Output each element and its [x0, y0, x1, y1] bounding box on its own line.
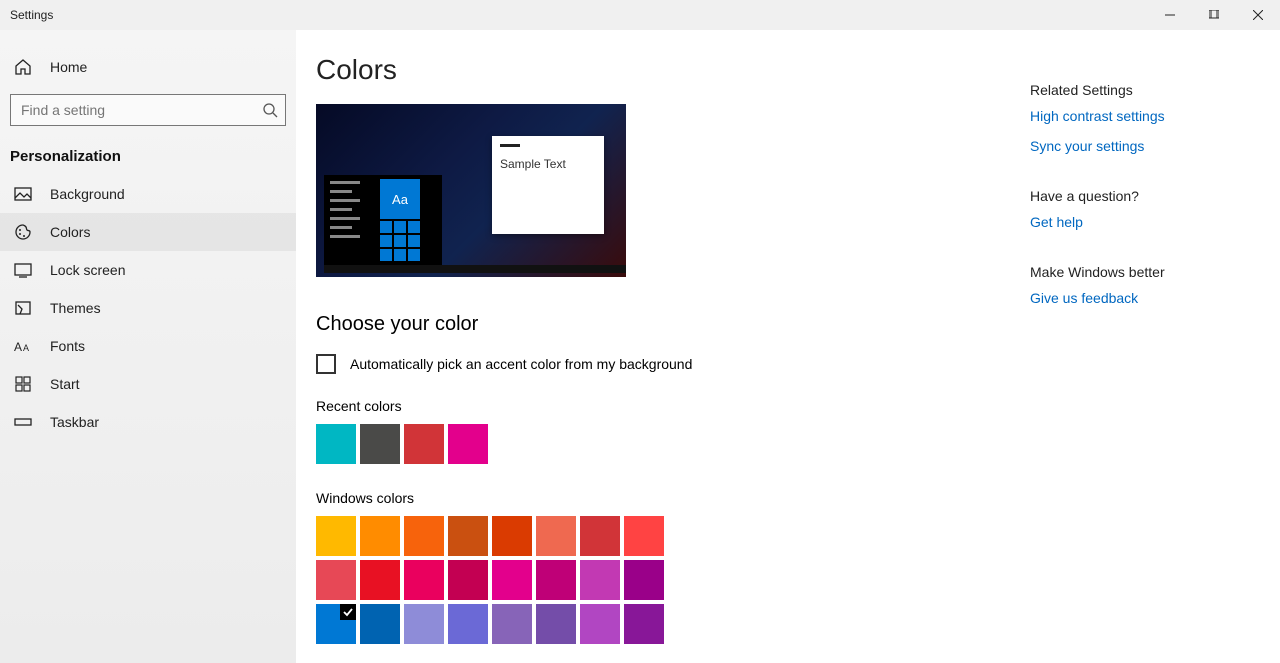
windows-color-swatch[interactable] [624, 560, 664, 600]
lockscreen-icon [14, 261, 32, 279]
nav-item-lockscreen[interactable]: Lock screen [0, 251, 296, 289]
nav-item-themes[interactable]: Themes [0, 289, 296, 327]
nav-item-label: Lock screen [50, 262, 125, 278]
nav-item-fonts[interactable]: AA Fonts [0, 327, 296, 365]
windows-color-swatch[interactable] [448, 560, 488, 600]
question-heading: Have a question? [1030, 188, 1260, 204]
windows-color-swatch[interactable] [536, 516, 576, 556]
minimize-button[interactable] [1148, 0, 1192, 30]
windows-color-swatch[interactable] [536, 604, 576, 644]
windows-color-swatch[interactable] [448, 604, 488, 644]
nav-item-label: Colors [50, 224, 90, 240]
search-icon [262, 102, 278, 118]
choose-color-heading: Choose your color [316, 313, 1006, 336]
feedback-heading: Make Windows better [1030, 264, 1260, 280]
windows-color-swatch[interactable] [316, 604, 356, 644]
sidebar: Home Personalization Background Colors Loc… [0, 30, 296, 663]
recent-color-swatch[interactable] [360, 424, 400, 464]
get-help-link[interactable]: Get help [1030, 214, 1260, 230]
give-feedback-link[interactable]: Give us feedback [1030, 290, 1260, 306]
auto-pick-label: Automatically pick an accent color from … [350, 356, 692, 372]
search-input[interactable] [10, 94, 286, 126]
nav-item-start[interactable]: Start [0, 365, 296, 403]
nav-item-taskbar[interactable]: Taskbar [0, 403, 296, 441]
preview-window: Sample Text [492, 136, 604, 234]
windows-color-swatch[interactable] [360, 560, 400, 600]
windows-color-swatch[interactable] [492, 604, 532, 644]
taskbar-icon [14, 413, 32, 431]
preview-start-menu: Aa [324, 175, 442, 273]
page-title: Colors [316, 54, 1006, 86]
windows-color-swatch[interactable] [624, 604, 664, 644]
windows-color-swatch[interactable] [360, 516, 400, 556]
windows-color-swatch[interactable] [624, 516, 664, 556]
related-settings-heading: Related Settings [1030, 82, 1260, 98]
titlebar: Settings [0, 0, 1280, 30]
color-preview: Aa Sample Text [316, 104, 626, 277]
close-button[interactable] [1236, 0, 1280, 30]
themes-icon [14, 299, 32, 317]
recent-colors-label: Recent colors [316, 398, 1006, 414]
recent-color-swatch[interactable] [448, 424, 488, 464]
windows-color-swatch[interactable] [580, 516, 620, 556]
windows-color-swatch[interactable] [360, 604, 400, 644]
start-icon [14, 375, 32, 393]
windows-color-swatch[interactable] [580, 604, 620, 644]
nav-item-background[interactable]: Background [0, 175, 296, 213]
section-heading: Personalization [0, 140, 296, 175]
windows-color-swatch[interactable] [404, 604, 444, 644]
nav-item-label: Taskbar [50, 414, 99, 430]
windows-colors-grid [316, 516, 1006, 644]
background-icon [14, 185, 32, 203]
preview-sample-text: Sample Text [500, 157, 596, 171]
nav-item-label: Fonts [50, 338, 85, 354]
nav-home[interactable]: Home [0, 48, 296, 86]
windows-color-swatch[interactable] [404, 560, 444, 600]
preview-tile: Aa [380, 179, 420, 219]
selected-check-icon [340, 604, 356, 620]
aside-panel: Related Settings High contrast settings S… [1006, 54, 1280, 663]
svg-text:A: A [14, 340, 22, 354]
main-content: Colors Aa Sample Text Choose your color … [316, 54, 1006, 663]
windows-color-swatch[interactable] [316, 516, 356, 556]
nav-item-colors[interactable]: Colors [0, 213, 296, 251]
svg-text:A: A [23, 343, 29, 353]
windows-color-swatch[interactable] [316, 560, 356, 600]
recent-color-swatch[interactable] [316, 424, 356, 464]
auto-pick-checkbox[interactable] [316, 354, 336, 374]
nav-item-label: Background [50, 186, 125, 202]
recent-color-swatch[interactable] [404, 424, 444, 464]
maximize-button[interactable] [1192, 0, 1236, 30]
windows-color-swatch[interactable] [580, 560, 620, 600]
windows-colors-label: Windows colors [316, 490, 1006, 506]
windows-color-swatch[interactable] [404, 516, 444, 556]
nav-item-label: Themes [50, 300, 101, 316]
auto-pick-checkbox-row[interactable]: Automatically pick an accent color from … [316, 354, 1006, 374]
fonts-icon: AA [14, 337, 32, 355]
recent-colors-row [316, 424, 1006, 464]
windows-color-swatch[interactable] [448, 516, 488, 556]
window-controls [1148, 0, 1280, 30]
related-link[interactable]: High contrast settings [1030, 108, 1260, 124]
home-icon [14, 58, 32, 76]
nav-item-label: Start [50, 376, 80, 392]
windows-color-swatch[interactable] [536, 560, 576, 600]
windows-color-swatch[interactable] [492, 516, 532, 556]
related-link[interactable]: Sync your settings [1030, 138, 1260, 154]
nav-home-label: Home [50, 59, 87, 75]
window-title: Settings [10, 8, 53, 22]
colors-icon [14, 223, 32, 241]
windows-color-swatch[interactable] [492, 560, 532, 600]
